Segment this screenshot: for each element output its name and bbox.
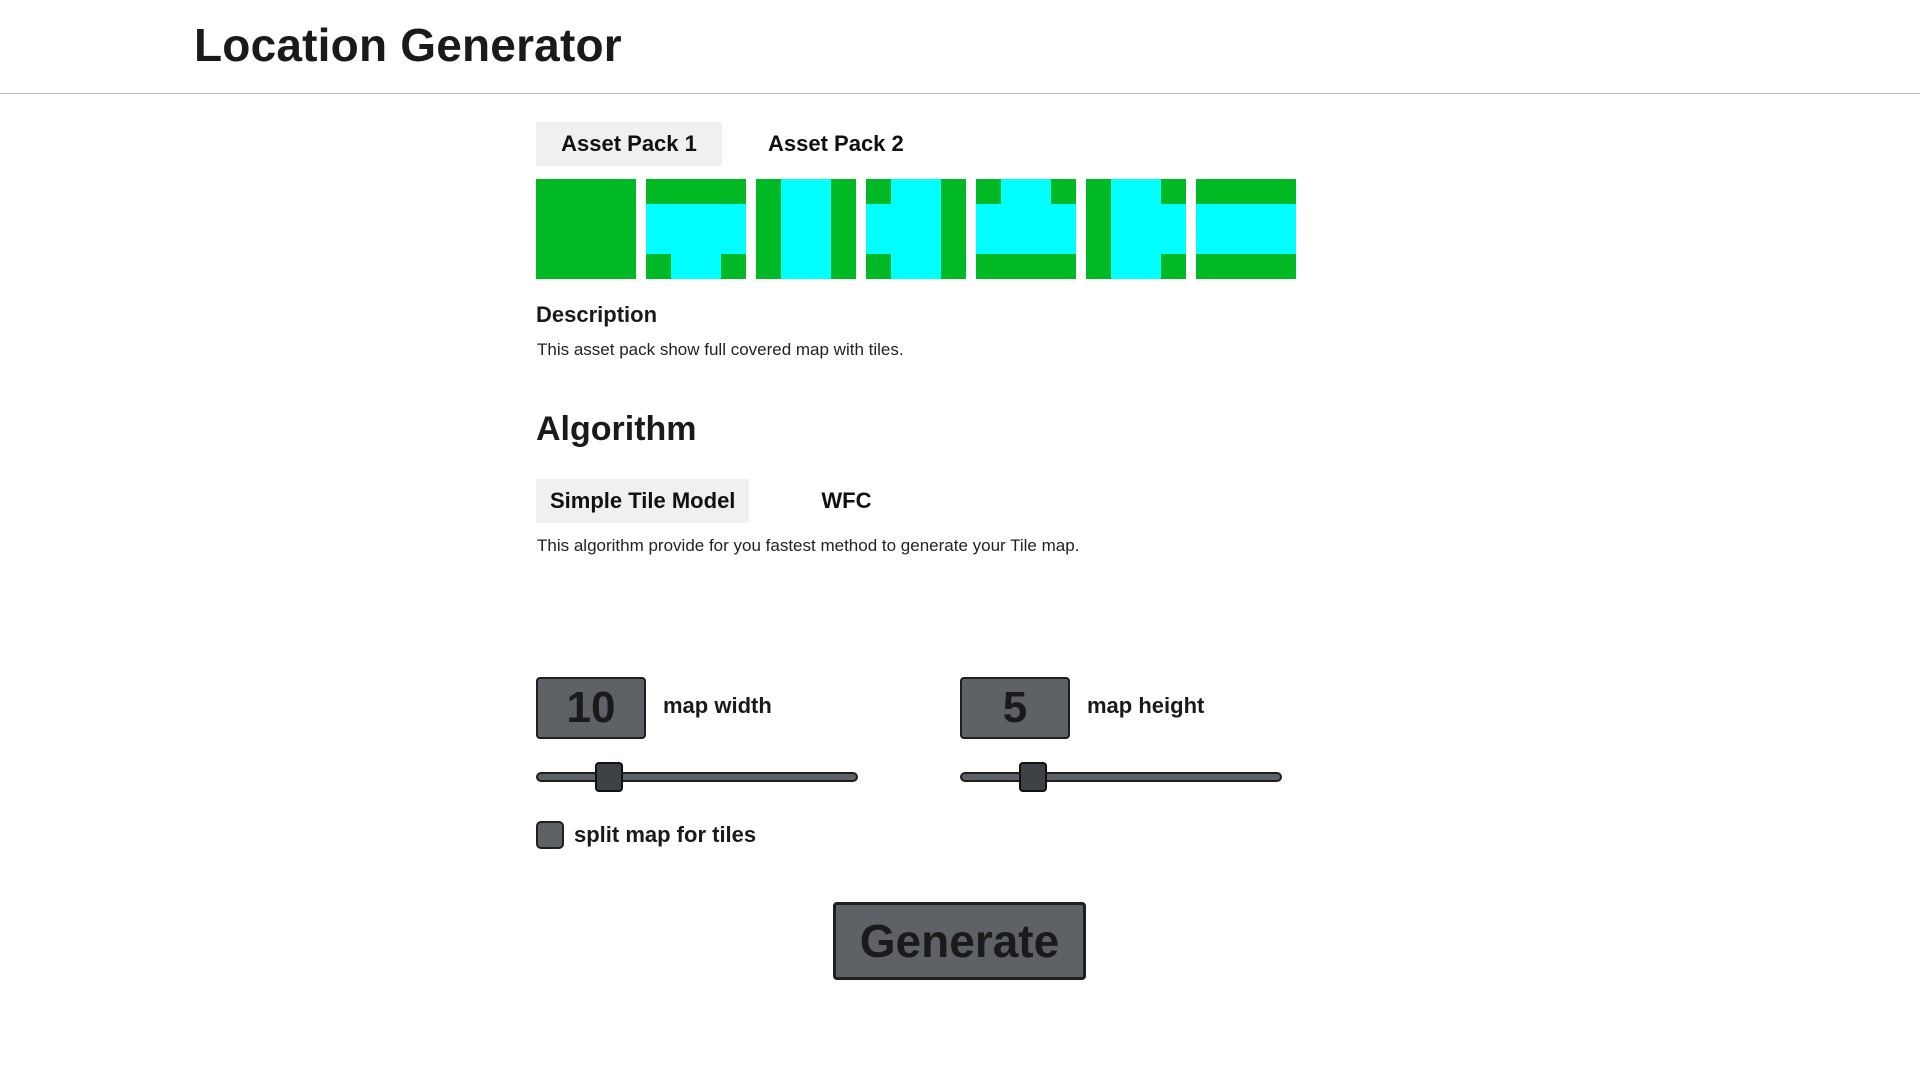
algorithm-tabs: Simple Tile Model WFC: [536, 479, 872, 523]
tab-wfc[interactable]: WFC: [749, 479, 871, 523]
map-width-slider[interactable]: [536, 762, 858, 792]
asset-pack-tabs: Asset Pack 1 Asset Pack 2: [536, 122, 904, 166]
split-map-checkbox[interactable]: [536, 821, 564, 849]
app-title: Location Generator: [194, 19, 622, 71]
tile-top-edge: [646, 179, 746, 279]
map-width-label: map width: [663, 693, 772, 718]
tab-asset-pack-2[interactable]: Asset Pack 2: [722, 122, 904, 166]
tile-bottom-edge: [976, 179, 1076, 279]
asset-description-title: Description: [536, 302, 658, 327]
map-height-input[interactable]: 5: [960, 677, 1070, 739]
map-width-input[interactable]: 10: [536, 677, 646, 739]
map-width-slider-track: [536, 772, 858, 782]
app-header: Location Generator: [0, 0, 1920, 94]
generate-button[interactable]: Generate: [833, 902, 1086, 980]
map-height-slider[interactable]: [960, 762, 1282, 792]
tile-left-edge: [1086, 179, 1186, 279]
asset-description-text: This asset pack show full covered map wi…: [537, 340, 904, 359]
map-height-slider-track: [960, 772, 1282, 782]
algorithm-title: Algorithm: [536, 410, 697, 448]
tab-simple-tile-model[interactable]: Simple Tile Model: [536, 479, 750, 523]
algorithm-description-text: This algorithm provide for you fastest m…: [537, 536, 1080, 555]
map-width-slider-thumb[interactable]: [594, 762, 623, 792]
tile-vertical-channel: [756, 179, 856, 279]
map-height-slider-thumb[interactable]: [1018, 762, 1047, 792]
map-height-label: map height: [1087, 693, 1205, 718]
tile-full-ground: [536, 179, 636, 279]
tile-preview-list: [536, 179, 1296, 279]
tile-right-edge: [866, 179, 966, 279]
tile-horizontal-channel: [1196, 179, 1296, 279]
split-map-label: split map for tiles: [574, 822, 757, 847]
tab-asset-pack-1[interactable]: Asset Pack 1: [536, 122, 722, 166]
split-map-option: split map for tiles: [536, 821, 756, 849]
